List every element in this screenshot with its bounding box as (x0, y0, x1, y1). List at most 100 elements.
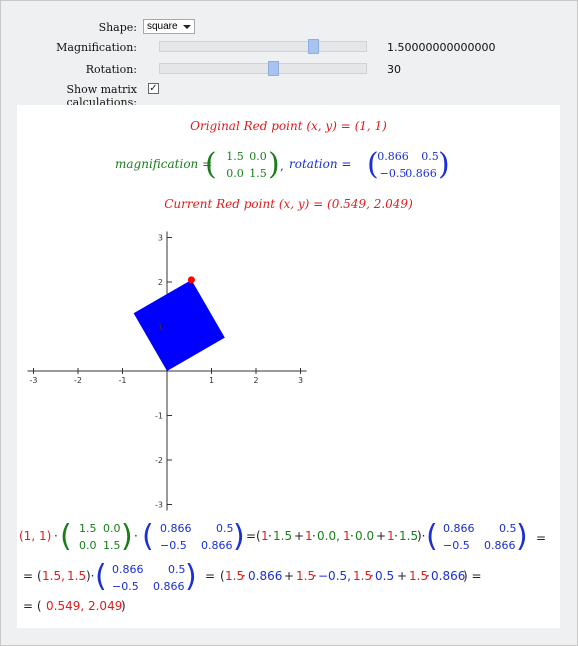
svg-text:0.5: 0.5 (216, 522, 234, 535)
mag-m21: 0.0 (226, 167, 244, 180)
svg-text:0.0: 0.0 (103, 522, 121, 535)
mag-m11: 1.5 (226, 150, 244, 163)
calc-mag-rparen: ) (121, 519, 133, 554)
svg-text:0.866: 0.866 (484, 539, 516, 552)
shape-select-value: square (147, 21, 178, 32)
x-tick-label: -3 (30, 376, 38, 385)
svg-text:0.0: 0.0 (79, 539, 97, 552)
svg-text:=: = (205, 569, 215, 583)
show-matrix-checkbox[interactable]: ✓ (148, 83, 159, 94)
svg-text:)·: )· (86, 569, 95, 583)
svg-text:=: = (536, 531, 546, 545)
mag-m22: 1.5 (249, 167, 267, 180)
chevron-down-icon (183, 25, 191, 29)
svg-text:·: · (370, 569, 374, 583)
transformed-shape (133, 279, 225, 371)
rot-right-paren: ) (438, 147, 450, 182)
svg-text:) =: ) = (463, 569, 482, 583)
original-point-text: Original Red point (x, y) = (1, 1) (190, 119, 387, 133)
svg-text:0.866: 0.866 (248, 569, 282, 583)
svg-text:·: · (134, 529, 138, 543)
svg-text:(: ( (426, 519, 438, 554)
y-tick-label: 1 (158, 323, 163, 332)
svg-text:0.0: 0.0 (355, 529, 374, 543)
svg-text:): ) (121, 599, 126, 613)
svg-text:0.866: 0.866 (431, 569, 465, 583)
svg-text:+: + (376, 529, 386, 543)
y-tick-label: -3 (155, 501, 163, 510)
svg-text:0.866: 0.866 (112, 563, 144, 576)
svg-text:(: ( (142, 519, 154, 554)
svg-text:(: ( (220, 569, 225, 583)
y-tick-label: 2 (158, 278, 163, 287)
svg-text:·: · (268, 529, 272, 543)
app-frame: Shape: square Magnification: 1.500000000… (0, 0, 578, 646)
y-tick-label: 3 (158, 234, 163, 243)
checkmark-icon: ✓ (149, 83, 158, 94)
svg-text:0.0,: 0.0, (317, 529, 340, 543)
magnification-value: 1.50000000000000 (387, 41, 496, 54)
svg-text:0.5: 0.5 (499, 522, 517, 535)
svg-text:=(: =( (246, 529, 261, 543)
red-point (187, 276, 195, 284)
calc-point: (1, 1) (19, 529, 51, 543)
comma: , (280, 159, 284, 173)
rot-m22: 0.866 (405, 167, 437, 180)
rot-m11: 0.866 (377, 150, 409, 163)
svg-text:·: · (313, 569, 317, 583)
svg-text:): ) (233, 519, 245, 554)
svg-text:0.5: 0.5 (375, 569, 394, 583)
mag-left-paren: ( (205, 147, 217, 182)
svg-text:−0.5: −0.5 (443, 539, 470, 552)
svg-text:1.5: 1.5 (273, 529, 292, 543)
magnification-slider[interactable] (159, 39, 367, 54)
rotation-value: 30 (387, 63, 401, 76)
magnification-label: Magnification: (56, 41, 137, 54)
rot-m21: −0.5 (380, 167, 407, 180)
shape-plot: -3 -2 -1 1 2 3 3 2 1 -1 -2 -3 (27, 231, 307, 511)
svg-text:·: · (312, 529, 316, 543)
svg-text:0.5: 0.5 (168, 563, 186, 576)
svg-text:): ) (185, 559, 197, 594)
calc-mag-lparen: ( (60, 519, 72, 554)
svg-text:−0.5: −0.5 (160, 539, 187, 552)
matrix-definitions: magnification = ( 1.5 0.0 0.0 1.5 ) , ro… (115, 147, 450, 182)
rot-m12: 0.5 (421, 150, 439, 163)
svg-text:=: = (23, 569, 33, 583)
x-tick-label: 3 (298, 376, 303, 385)
calc-result-eq: = ( (23, 599, 42, 613)
svg-text:1.5: 1.5 (67, 569, 86, 583)
svg-text:(: ( (95, 559, 107, 594)
svg-text:−0.5,: −0.5, (318, 569, 351, 583)
calc-result: 0.549, 2.049 (46, 599, 122, 613)
output-panel: Original Red point (x, y) = (1, 1) magni… (17, 105, 560, 628)
magnification-prefix: magnification = (115, 157, 212, 171)
svg-text:+: + (284, 569, 294, 583)
svg-text:)·: )· (417, 529, 426, 543)
shape-label: Shape: (98, 21, 137, 34)
svg-text:−0.5: −0.5 (112, 580, 139, 593)
magnification-slider-thumb[interactable] (307, 39, 319, 54)
svg-text:·: · (242, 569, 246, 583)
calc-dot1: · (54, 529, 58, 543)
svg-text:·: · (394, 529, 398, 543)
shape-select[interactable]: square (143, 19, 195, 34)
svg-text:1.5: 1.5 (103, 539, 121, 552)
svg-text:0.866: 0.866 (443, 522, 475, 535)
svg-text:): ) (516, 519, 528, 554)
rotation-prefix: rotation = (289, 157, 351, 171)
x-tick-label: 1 (209, 376, 214, 385)
svg-text:+: + (294, 529, 304, 543)
matrix-calculation: (1, 1) · ( 1.5 0.0 0.0 1.5 ) · ( 0.866 0… (19, 519, 546, 613)
y-tick-label: -1 (155, 412, 163, 421)
svg-text:0.866: 0.866 (153, 580, 185, 593)
svg-text:0.866: 0.866 (201, 539, 233, 552)
rotation-slider-thumb[interactable] (268, 61, 280, 76)
x-tick-label: -2 (74, 376, 82, 385)
rotation-slider[interactable] (159, 61, 367, 76)
mag-m12: 0.0 (249, 150, 267, 163)
x-tick-label: 2 (253, 376, 258, 385)
svg-text:0.866: 0.866 (160, 522, 192, 535)
svg-text:(: ( (37, 569, 42, 583)
mag-right-paren: ) (268, 147, 280, 182)
